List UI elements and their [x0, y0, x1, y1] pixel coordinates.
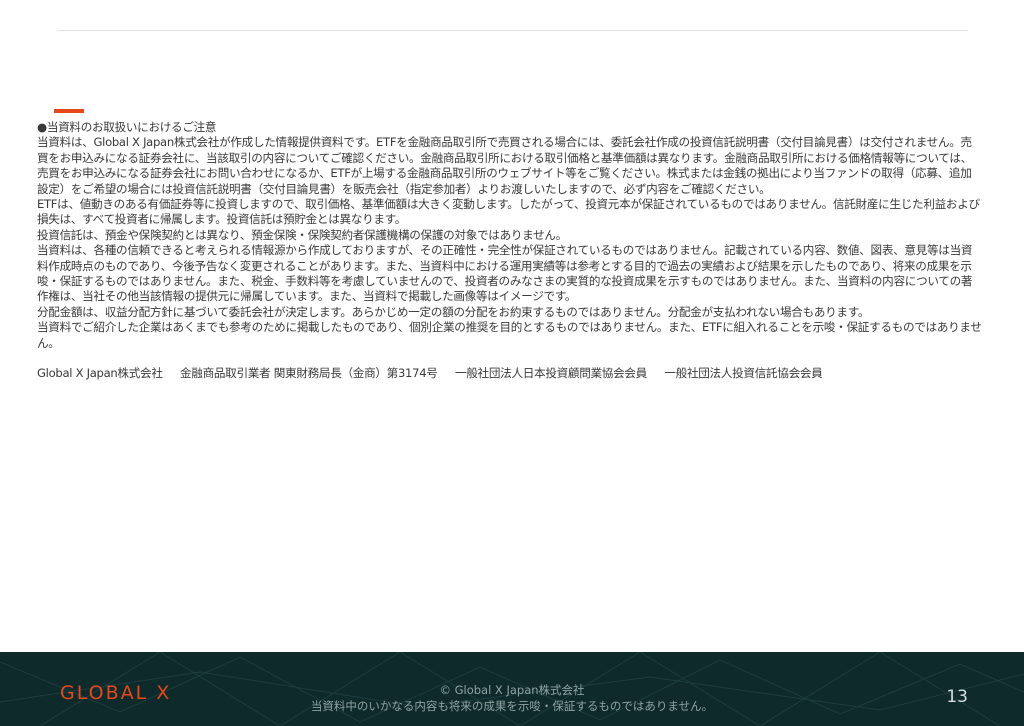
disclaimer-paragraph: 当資料は、Global X Japan株式会社が作成した情報提供資料です。ETF… — [37, 135, 972, 196]
page-number: 13 — [946, 687, 968, 707]
company-registration-line: Global X Japan株式会社 金融商品取引業者 関東財務局長（金商）第3… — [37, 366, 982, 381]
disclaimer-heading: ●当資料のお取扱いにおけるご注意 — [37, 120, 217, 134]
accent-bar — [54, 109, 84, 113]
disclaimer-paragraph: 投資信託は、預金や保険契約とは異なり、預金保険・保険契約者保護機構の保護の対象で… — [37, 227, 567, 242]
disclaimer-paragraph: 分配金額は、収益分配方針に基づいて委託会社が決定します。あらかじめ一定の額の分配… — [37, 304, 870, 319]
disclaimer-block: ●当資料のお取扱いにおけるご注意 当資料は、Global X Japan株式会社… — [37, 120, 982, 382]
company-name: Global X Japan株式会社 — [37, 366, 163, 381]
disclaimer-paragraph: 当資料でご紹介した企業はあくまでも参考のために掲載したものであり、個別企業の推奨… — [37, 320, 982, 350]
association-membership: 一般社団法人投資信託協会会員 — [664, 366, 823, 381]
footer-copyright-block: © Global X Japan株式会社 当資料中のいかなる内容も将来の成果を示… — [0, 682, 1024, 714]
disclaimer-paragraph: ETFは、値動きのある有価証券等に投資しますので、取引価格、基準価額は大きく変動… — [37, 197, 980, 227]
copyright-text: © Global X Japan株式会社 — [439, 683, 585, 697]
footer-bar: GLOBAL X © Global X Japan株式会社 当資料中のいかなる内… — [0, 652, 1024, 726]
registration-number: 金融商品取引業者 関東財務局長（金商）第3174号 — [180, 366, 438, 381]
association-membership: 一般社団法人日本投資顧問業協会会員 — [454, 366, 647, 381]
top-divider — [57, 30, 968, 31]
footer-notice: 当資料中のいかなる内容も将来の成果を示唆・保証するものではありません。 — [310, 699, 714, 713]
disclaimer-paragraph: 当資料は、各種の信頼できると考えられる情報源から作成しておりますが、その正確性・… — [37, 243, 973, 304]
slide: ●当資料のお取扱いにおけるご注意 当資料は、Global X Japan株式会社… — [0, 0, 1024, 726]
